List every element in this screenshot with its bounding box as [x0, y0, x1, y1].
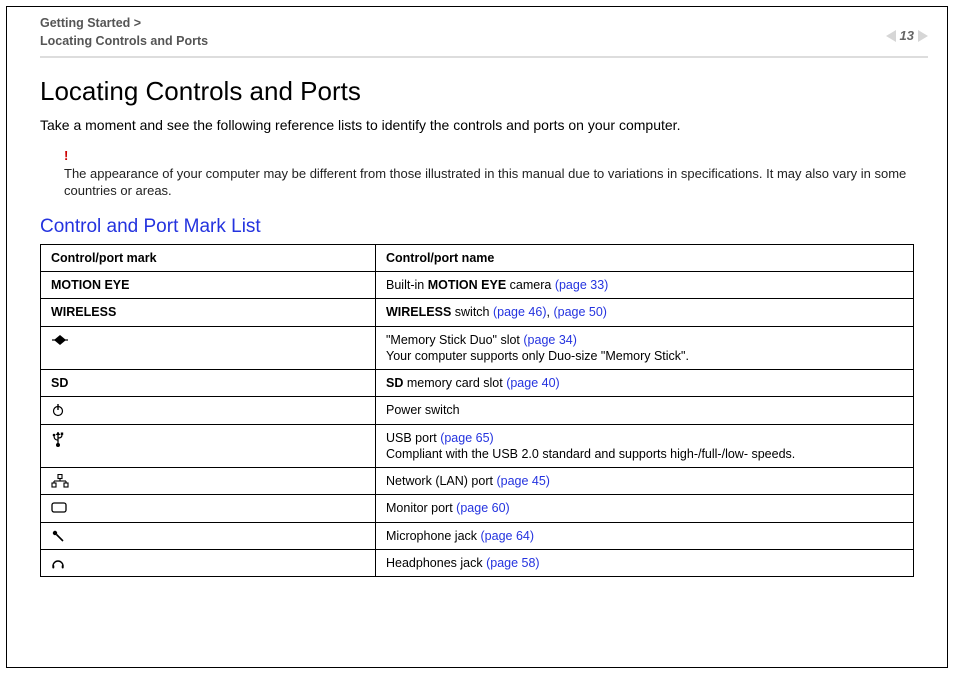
page-border [6, 6, 948, 668]
